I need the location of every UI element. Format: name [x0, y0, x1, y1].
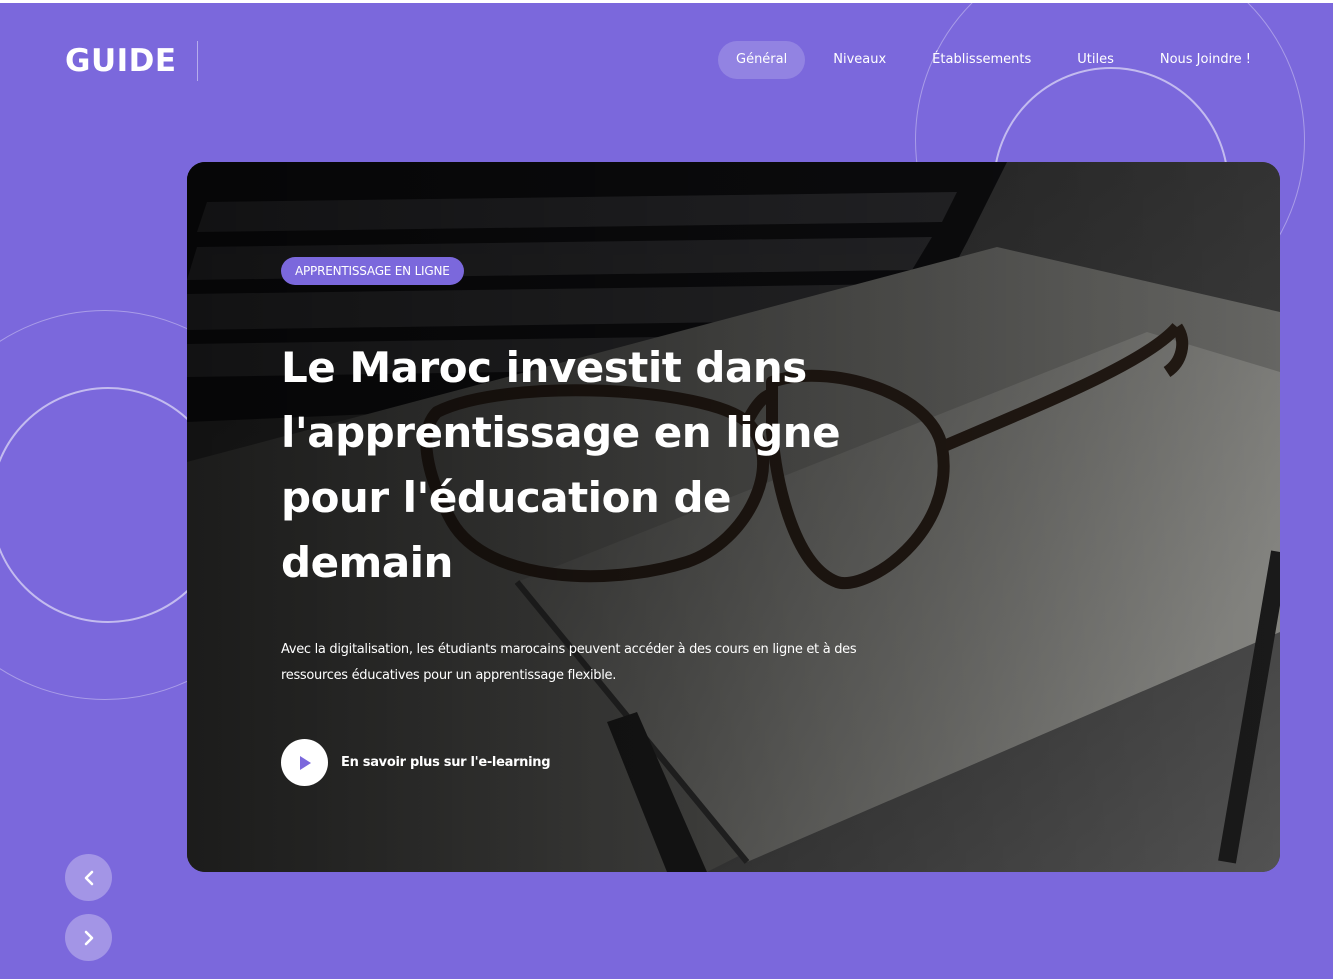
- hero-description: Avec la digitalisation, les étudiants ma…: [281, 642, 857, 683]
- nav-item-niveaux[interactable]: Niveaux: [815, 41, 904, 79]
- logo[interactable]: GUIDE: [65, 41, 198, 81]
- play-icon[interactable]: [281, 739, 328, 786]
- nav-item-etablissements[interactable]: Établissements: [914, 41, 1049, 79]
- nav-item-utiles[interactable]: Utiles: [1059, 41, 1132, 79]
- hero-card: APPRENTISSAGE EN LIGNE Le Maroc investit…: [187, 162, 1280, 872]
- page: GUIDE Général Niveaux Établissements Uti…: [0, 0, 1333, 979]
- chevron-right-icon: [84, 930, 93, 945]
- nav-item-nous-joindre[interactable]: Nous Joindre !: [1142, 41, 1269, 79]
- main-nav: Général Niveaux Établissements Utiles No…: [718, 41, 1279, 79]
- learn-more-button[interactable]: En savoir plus sur l'e-learning: [281, 739, 901, 786]
- nav-item-general[interactable]: Général: [718, 41, 806, 79]
- slider-prev-button[interactable]: [65, 854, 112, 901]
- slider-next-button[interactable]: [65, 914, 112, 961]
- chevron-left-icon: [84, 870, 93, 885]
- learn-more-label: En savoir plus sur l'e-learning: [341, 755, 551, 770]
- hero-headline: Le Maroc investit dans l'apprentissage e…: [281, 343, 841, 587]
- hero-content: APPRENTISSAGE EN LIGNE Le Maroc investit…: [281, 257, 901, 786]
- category-badge[interactable]: APPRENTISSAGE EN LIGNE: [281, 257, 464, 285]
